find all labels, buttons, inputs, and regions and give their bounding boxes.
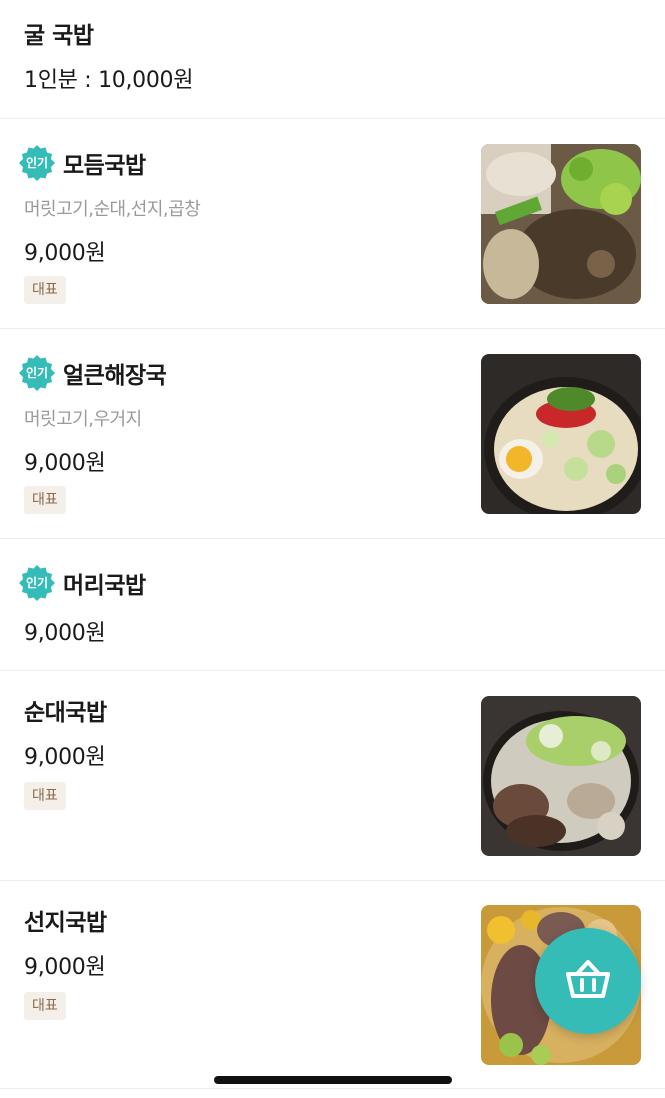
menu-item-name: 선지국밥 [24,910,107,936]
popular-badge: 인기 [18,144,56,182]
menu-item-price: 9,000원 [24,451,106,476]
popular-badge: 인기 [18,354,56,392]
menu-item-price: 9,000원 [24,621,106,646]
menu-item-modeum-gukbap[interactable]: 인기 모듬국밥 머릿고기,순대,선지,곱창 9,000원 대표 [0,119,665,329]
basket-icon [565,959,611,1003]
sundae-gukbap-photo [481,696,641,856]
signature-tag: 대표 [24,782,66,810]
home-indicator [214,1076,452,1084]
signature-tag: 대표 [24,486,66,514]
menu-item-description: 머릿고기,순대,선지,곱창 [24,199,201,220]
menu-item-price: 9,000원 [24,955,106,980]
menu-item-description: 머릿고기,우거지 [24,409,142,430]
soup-with-head-meat-photo [481,144,641,304]
menu-item-name: 얼큰해장국 [63,363,167,389]
menu-item-name: 모듬국밥 [63,153,146,179]
menu-item-price: 9,000원 [24,745,106,770]
menu-item-name: 머리국밥 [63,573,146,599]
menu-item-oyster-gukbap[interactable]: 굴 국밥 1인분 : 10,000원 [0,0,665,119]
menu-item-eolkeun-haejangguk[interactable]: 인기 얼큰해장국 머릿고기,우거지 9,000원 대표 [0,329,665,539]
menu-item-sundae-gukbap[interactable]: 순대국밥 9,000원 대표 [0,671,665,881]
popular-badge: 인기 [18,564,56,602]
menu-item-meori-gukbap[interactable]: 인기 머리국밥 9,000원 [0,539,665,671]
signature-tag: 대표 [24,276,66,304]
menu-item-name: 순대국밥 [24,700,107,726]
cart-button[interactable] [535,928,641,1034]
menu-item-name: 굴 국밥 [24,23,94,49]
spicy-haejangguk-photo [481,354,641,514]
menu-item-price: 1인분 : 10,000원 [24,68,194,93]
signature-tag: 대표 [24,992,66,1020]
menu-item-price: 9,000원 [24,241,106,266]
